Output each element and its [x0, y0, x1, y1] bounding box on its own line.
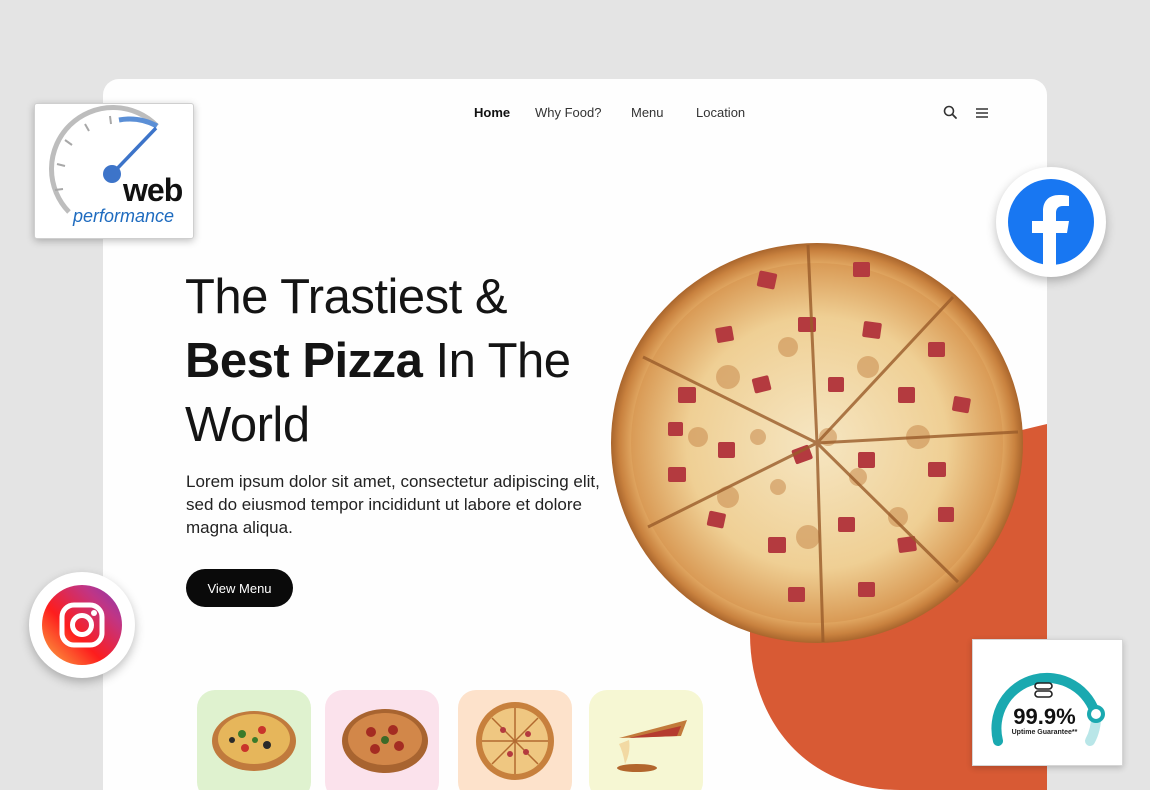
website-card: Home Why Food? Menu Location The Trastie… — [103, 79, 1047, 790]
hero-title: The Trastiest & Best Pizza In The World — [185, 265, 625, 457]
server-icon — [1034, 682, 1053, 698]
web-performance-badge: web performance — [34, 103, 194, 239]
web-label: web — [123, 172, 183, 208]
nav-home[interactable]: Home — [474, 105, 510, 120]
facebook-badge[interactable] — [996, 167, 1106, 277]
pizza-thumbnail-2[interactable] — [325, 690, 439, 790]
nav-why-food[interactable]: Why Food? — [535, 105, 601, 120]
hero-pizza-image — [611, 243, 1023, 643]
instagram-icon — [42, 585, 122, 665]
instagram-badge[interactable] — [29, 572, 135, 678]
vegetable-pizza-image — [212, 711, 296, 771]
pizza-thumbnail-1[interactable] — [197, 690, 311, 790]
nav-menu[interactable]: Menu — [631, 105, 664, 120]
hero-title-line3: World — [185, 398, 310, 452]
pizza-thumbnail-3[interactable] — [458, 690, 572, 790]
hero-title-line2-rest: In The — [422, 334, 571, 388]
hero-title-line1: The Trastiest & — [185, 270, 508, 324]
pizza-slice-image — [617, 720, 687, 772]
hamburger-menu-icon[interactable] — [972, 103, 992, 123]
uptime-gauge — [991, 672, 1105, 746]
uptime-badge: 99.9% Uptime Guarantee** — [972, 639, 1123, 766]
hero-description: Lorem ipsum dolor sit amet, consectetur … — [186, 472, 600, 537]
performance-label: performance — [73, 206, 175, 226]
uptime-value: 99.9% — [1013, 704, 1076, 729]
sliced-pizza-image — [476, 702, 554, 780]
view-menu-button[interactable]: View Menu — [186, 569, 293, 607]
nav-location[interactable]: Location — [696, 105, 745, 120]
facebook-icon — [1008, 179, 1094, 265]
hero-title-bold: Best Pizza — [185, 334, 423, 388]
top-nav: Home Why Food? Menu Location — [103, 105, 1047, 120]
pizza-thumbnail-4[interactable] — [589, 690, 703, 790]
search-icon[interactable] — [941, 103, 961, 123]
uptime-label: Uptime Guarantee** — [1011, 729, 1078, 736]
hero-title-line2: Best Pizza In The — [185, 329, 625, 393]
pepperoni-pizza-image — [342, 709, 428, 773]
